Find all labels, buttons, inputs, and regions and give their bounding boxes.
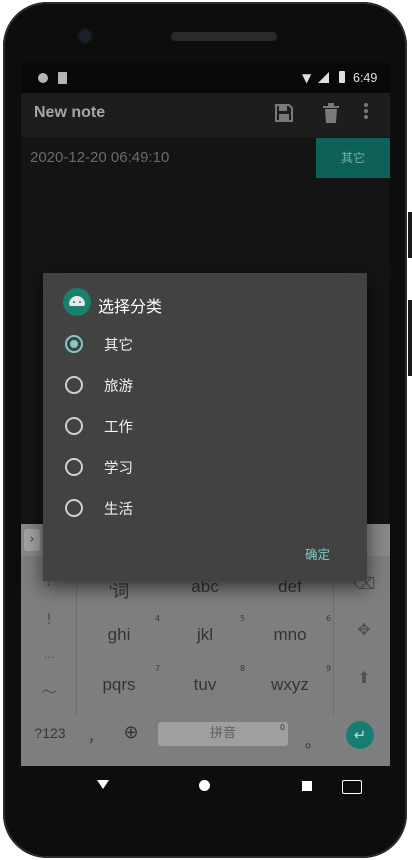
category-option[interactable]: 其它 [43,324,367,364]
home-icon[interactable] [199,780,210,791]
category-dialog: 选择分类 其它 旅游 工作 学习 生活 确定 [43,273,367,581]
category-option[interactable]: 生活 [43,488,367,528]
category-option[interactable]: 学习 [43,447,367,487]
radio-button[interactable] [65,458,83,476]
android-icon [63,288,91,316]
category-option[interactable]: 工作 [43,406,367,446]
category-option-label: 工作 [104,420,133,436]
category-option-label: 其它 [104,338,133,354]
category-option-label: 生活 [104,502,133,518]
category-option-label: 学习 [104,461,133,477]
power-button [408,300,412,376]
earpiece-speaker [171,32,277,41]
dialog-title: 选择分类 [98,297,163,316]
back-icon[interactable] [97,780,109,789]
volume-button [408,212,412,258]
category-option-label: 旅游 [104,379,133,395]
radio-button[interactable] [65,417,83,435]
radio-button[interactable] [65,376,83,394]
system-nav-bar [21,766,390,806]
category-option[interactable]: 旅游 [43,365,367,405]
radio-button[interactable] [65,335,83,353]
ok-button[interactable]: 确定 [305,544,330,563]
recents-icon[interactable] [302,781,312,791]
front-camera [79,30,91,42]
radio-button[interactable] [65,499,83,517]
keyboard-switch-icon[interactable] [342,780,362,794]
